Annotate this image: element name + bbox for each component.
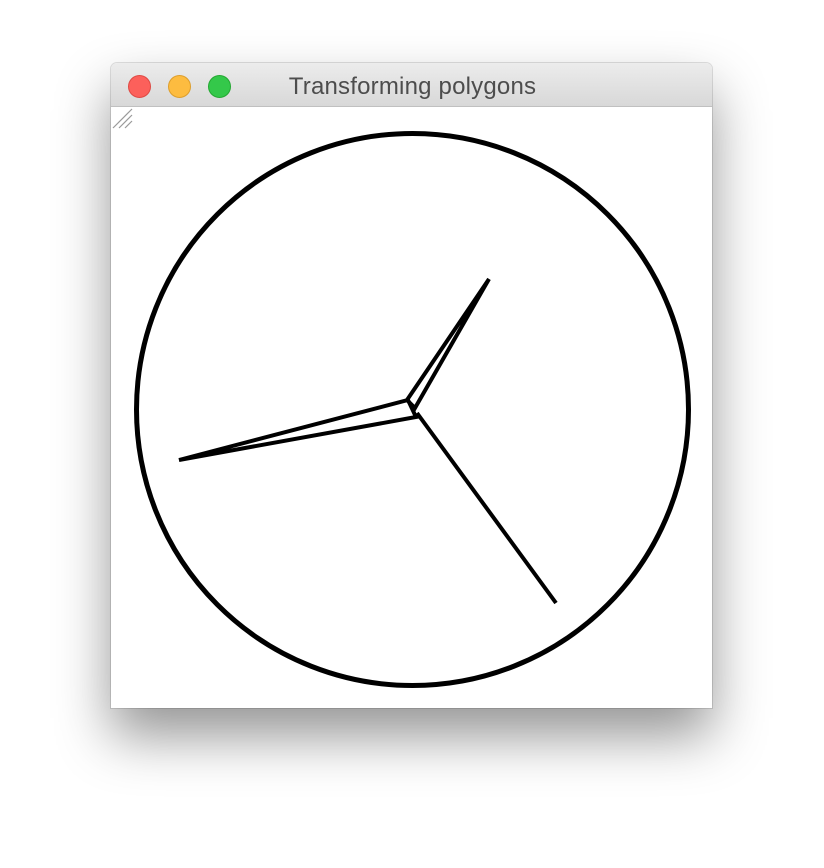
hand-polygon-short — [404, 277, 491, 412]
app-window: Transforming polygons — [111, 63, 712, 708]
drawing-canvas — [111, 107, 712, 708]
hand-line — [415, 411, 558, 605]
polygon-drawing — [134, 131, 691, 688]
title-bar[interactable]: Transforming polygons — [111, 63, 712, 107]
resize-grip-icon[interactable] — [111, 107, 133, 129]
window-title: Transforming polygons — [288, 73, 537, 100]
hand-polygon-long — [178, 397, 419, 462]
